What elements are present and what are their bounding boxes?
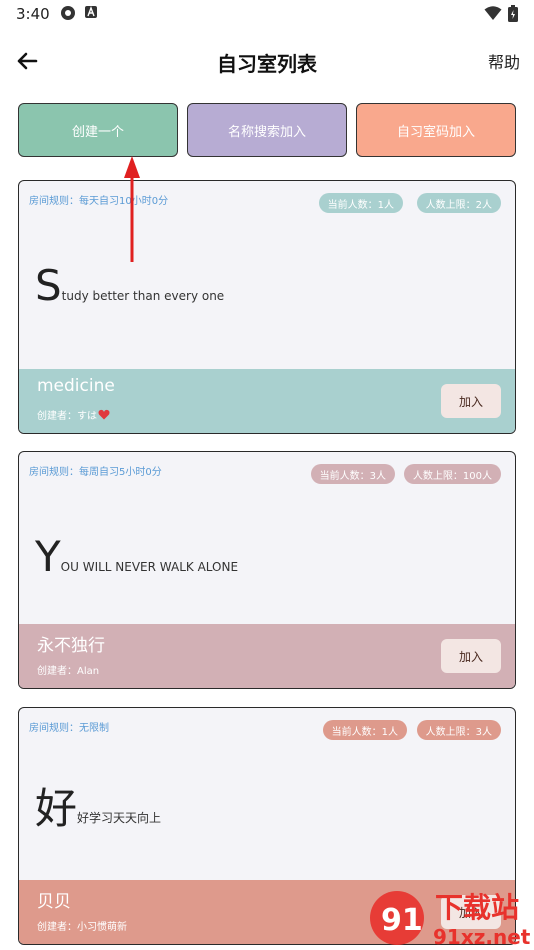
create-room-button[interactable]: 创建一个 — [18, 103, 178, 157]
room-motto: Y OU WILL NEVER WALK ALONE — [35, 536, 238, 578]
watermark-logo: 91 下载站 91xz.net — [365, 880, 534, 950]
back-arrow-icon[interactable] — [14, 48, 40, 74]
heart-icon — [98, 409, 110, 420]
room-rule: 房间规则：无限制 — [29, 723, 109, 734]
search-by-name-button[interactable]: 名称搜索加入 — [187, 103, 347, 157]
room-card: 房间规则：每天自习10小时0分 当前人数：1人 人数上限：2人 S tudy b… — [18, 180, 516, 434]
room-creator: 创建者：すは — [37, 407, 110, 422]
join-by-code-button[interactable]: 自习室码加入 — [356, 103, 516, 157]
current-members-badge: 当前人数：1人 — [322, 720, 407, 740]
sync-icon — [61, 6, 75, 20]
watermark-url: 91xz.net — [433, 925, 531, 949]
battery-icon — [508, 5, 518, 22]
room-motto: S tudy better than every one — [35, 265, 224, 307]
motto-text: tudy better than every one — [61, 289, 225, 303]
page-title: 自习室列表 — [217, 52, 317, 76]
motto-initial: S — [35, 261, 62, 310]
svg-text:91: 91 — [381, 903, 423, 938]
room-name: medicine — [37, 376, 115, 396]
creator-label: 创建者：小习惯萌新 — [37, 922, 127, 933]
creator-label: 创建者：すは — [37, 411, 97, 422]
room-name: 贝贝 — [37, 892, 71, 912]
status-bar: 3:40 — [0, 0, 534, 30]
member-limit-badge: 人数上限：2人 — [416, 193, 501, 213]
member-limit-badge: 人数上限：100人 — [403, 464, 501, 484]
join-button[interactable]: 加入 — [441, 384, 501, 418]
creator-label: 创建者：Alan — [37, 666, 100, 677]
motto-text: OU WILL NEVER WALK ALONE — [60, 560, 239, 574]
current-members-badge: 当前人数：1人 — [318, 193, 403, 213]
status-time: 3:40 — [16, 5, 50, 23]
watermark-text: 下载站 — [435, 891, 519, 924]
room-creator: 创建者：Alan — [37, 662, 99, 677]
watermark-graphic: 91 下载站 91xz.net — [370, 891, 531, 949]
room-rule: 房间规则：每周自习5小时0分 — [29, 467, 162, 478]
motto-text: 好学习天天向上 — [77, 811, 162, 825]
room-footer: 永不独行 创建者：Alan 加入 — [19, 624, 515, 688]
member-limit-badge: 人数上限：3人 — [416, 720, 501, 740]
notification-a-icon — [85, 6, 97, 18]
room-motto: 好 好学习天天向上 — [35, 788, 161, 830]
wifi-icon — [484, 6, 502, 20]
join-button[interactable]: 加入 — [441, 639, 501, 673]
room-name: 永不独行 — [37, 636, 105, 656]
motto-initial: 好 — [35, 784, 78, 833]
room-footer: medicine 创建者：すは 加入 — [19, 369, 515, 433]
motto-initial: Y — [35, 532, 61, 581]
room-card: 房间规则：每周自习5小时0分 当前人数：3人 人数上限：100人 Y OU WI… — [18, 451, 516, 689]
room-creator: 创建者：小习惯萌新 — [37, 918, 127, 933]
room-rule: 房间规则：每天自习10小时0分 — [29, 196, 169, 207]
app-bar: 自习室列表 帮助 — [0, 38, 534, 84]
current-members-badge: 当前人数：3人 — [310, 464, 395, 484]
help-button[interactable]: 帮助 — [488, 49, 520, 73]
